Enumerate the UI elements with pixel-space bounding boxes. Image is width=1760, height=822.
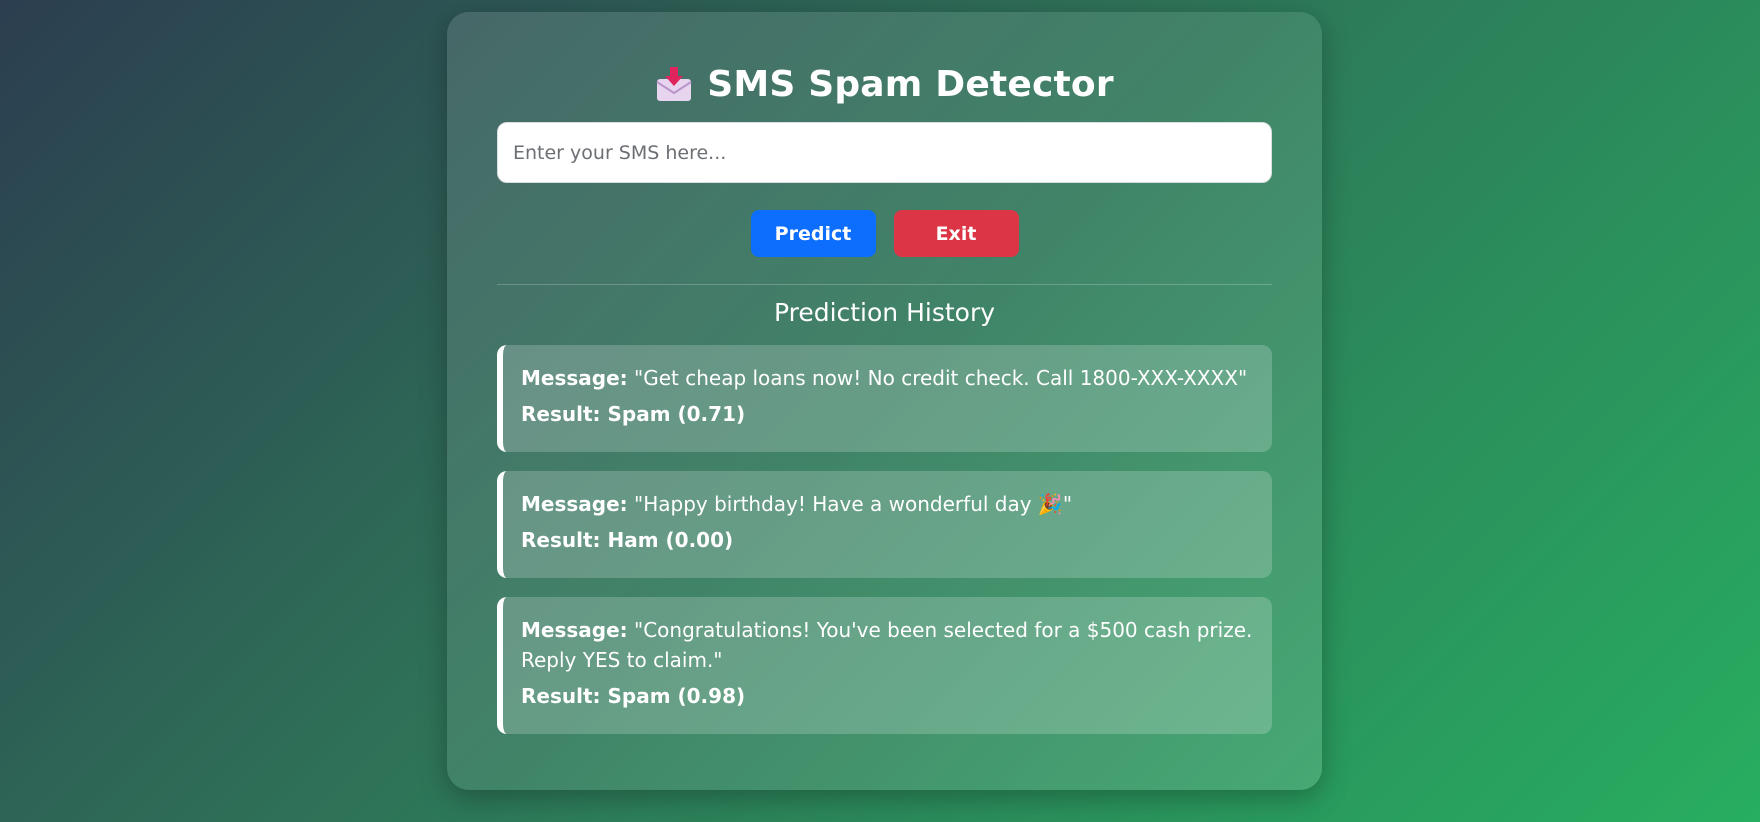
- history-message: Message: "Congratulations! You've been s…: [521, 615, 1254, 675]
- action-buttons: Predict Exit: [447, 210, 1322, 257]
- history-result: Result: Spam (0.71): [521, 402, 746, 426]
- history-result: Result: Spam (0.98): [521, 684, 746, 708]
- history-item: Message: "Happy birthday! Have a wonderf…: [497, 471, 1272, 578]
- message-text: "Congratulations! You've been selected f…: [521, 618, 1253, 672]
- message-text: "Happy birthday! Have a wonderful day 🎉": [634, 492, 1073, 516]
- predict-button[interactable]: Predict: [750, 210, 876, 257]
- history-item: Message: "Get cheap loans now! No credit…: [497, 345, 1272, 452]
- history-message: Message: "Get cheap loans now! No credit…: [521, 363, 1254, 393]
- inbox-tray-icon: [655, 65, 693, 103]
- message-text: "Get cheap loans now! No credit check. C…: [634, 366, 1248, 390]
- message-label: Message:: [521, 492, 628, 516]
- history-result: Result: Ham (0.00): [521, 528, 734, 552]
- history-message: Message: "Happy birthday! Have a wonderf…: [521, 489, 1254, 519]
- exit-button[interactable]: Exit: [893, 210, 1019, 257]
- divider: [497, 284, 1272, 285]
- page-title: SMS Spam Detector: [447, 50, 1322, 118]
- sms-input[interactable]: [497, 122, 1272, 183]
- app-title: SMS Spam Detector: [707, 63, 1114, 105]
- history-item: Message: "Congratulations! You've been s…: [497, 597, 1272, 734]
- history-heading: Prediction History: [773, 298, 996, 327]
- detector-card: SMS Spam Detector Predict Exit Predictio…: [447, 12, 1322, 790]
- message-label: Message:: [521, 366, 628, 390]
- message-label: Message:: [521, 618, 628, 642]
